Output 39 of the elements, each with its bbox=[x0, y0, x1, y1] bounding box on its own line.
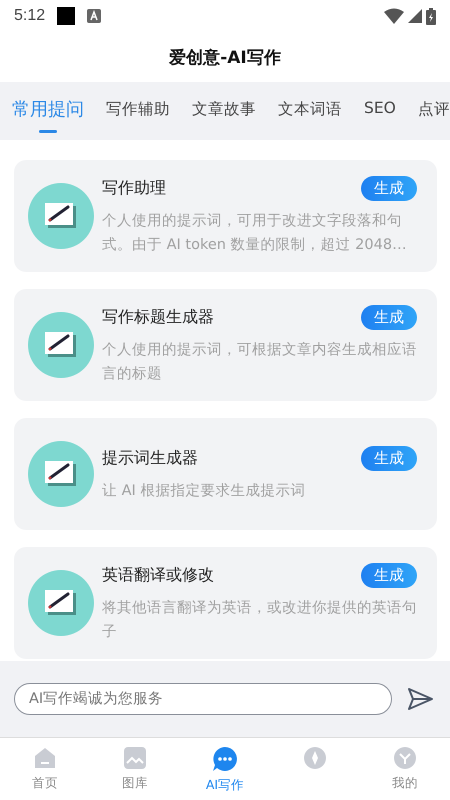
profile-icon bbox=[393, 746, 417, 770]
send-button[interactable] bbox=[406, 685, 434, 713]
nav-item[interactable]: 首页 bbox=[0, 738, 90, 800]
prompt-card[interactable]: 提示词生成器 生成 让 AI 根据指定要求生成提示词 bbox=[14, 418, 437, 530]
keyboard-icon bbox=[87, 9, 102, 23]
image-icon bbox=[123, 746, 147, 770]
note-pen-icon bbox=[28, 441, 94, 507]
battery-icon bbox=[426, 8, 436, 24]
notification-icon bbox=[57, 7, 76, 25]
prompt-card[interactable]: 写作助理 生成 个人使用的提示词，可用于改进文字段落和句式。由于 AI token 数量的限制，超过 2048… bbox=[14, 160, 437, 272]
card-description: 个人使用的提示词，可用于改进文字段落和句式。由于 AI token 数量的限制，超过 2048… bbox=[102, 212, 408, 254]
prompt-card[interactable]: 英语翻译或修改 生成 将其他语言翻译为英语，或改进你提供的英语句子 bbox=[14, 547, 437, 659]
compass-icon bbox=[303, 746, 327, 770]
category-tab[interactable]: 文本词语 bbox=[266, 82, 352, 140]
card-description: 将其他语言翻译为英语，或改进你提供的英语句子 bbox=[102, 598, 417, 642]
category-tab[interactable]: 点评 bbox=[406, 82, 450, 140]
note-pen-icon bbox=[28, 570, 94, 636]
note-pen-icon bbox=[28, 183, 94, 249]
home-icon bbox=[33, 746, 57, 770]
message-input[interactable]: AI写作竭诚为您服务 bbox=[14, 683, 392, 715]
prompt-card[interactable]: 写作标题生成器 生成 个人使用的提示词，可根据文章内容生成相应语言的标题 bbox=[14, 289, 437, 401]
nav-item[interactable]: 图库 bbox=[90, 738, 180, 800]
signal-icon bbox=[408, 9, 422, 23]
category-tab[interactable]: SEO bbox=[352, 82, 406, 140]
category-tab[interactable]: 写作辅助 bbox=[94, 82, 180, 140]
nav-item[interactable]: 我的 bbox=[360, 738, 450, 800]
chat-icon bbox=[212, 746, 238, 772]
wifi-icon bbox=[384, 8, 404, 24]
note-pen-icon bbox=[28, 312, 94, 378]
card-title: 写作标题生成器 bbox=[102, 306, 214, 328]
card-title: 写作助理 bbox=[102, 178, 166, 198]
card-description: 让 AI 根据指定要求生成提示词 bbox=[102, 482, 306, 500]
nav-item[interactable]: AI写作 bbox=[180, 738, 270, 800]
card-title: 提示词生成器 bbox=[102, 448, 198, 468]
app-title: 爱创意-AI写作 bbox=[169, 46, 281, 68]
status-time: 5:12 bbox=[14, 7, 46, 25]
category-tab[interactable]: 文章故事 bbox=[180, 82, 266, 140]
card-title: 英语翻译或修改 bbox=[102, 564, 214, 586]
card-description: 个人使用的提示词，可根据文章内容生成相应语言的标题 bbox=[102, 340, 417, 384]
